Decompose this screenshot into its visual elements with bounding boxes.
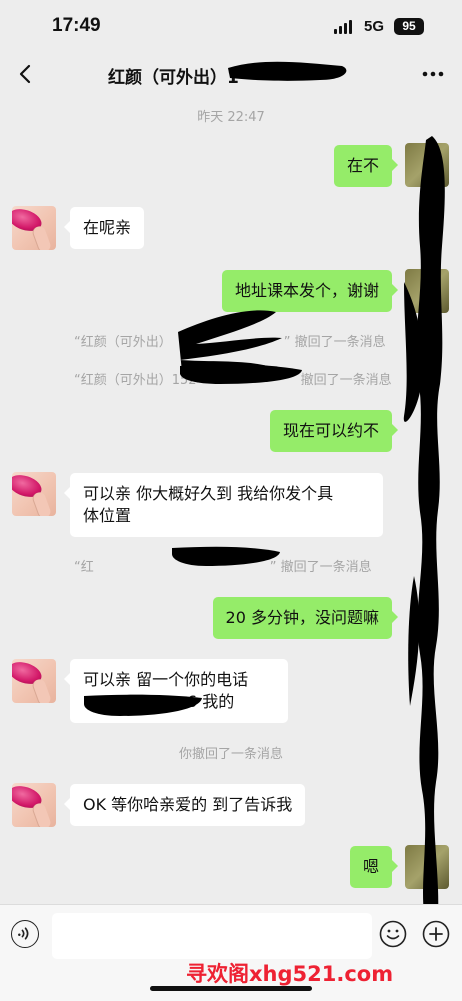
message-text-line: 6 我的 — [187, 692, 235, 711]
more-dots-icon[interactable] — [419, 62, 447, 86]
my-avatar — [405, 845, 449, 889]
message-text: 地址课本发个，谢谢 — [234, 281, 379, 300]
contact-avatar[interactable] — [12, 659, 56, 703]
contact-avatar[interactable] — [12, 783, 56, 827]
contact-avatar[interactable] — [12, 472, 56, 516]
message-text-line: 体位置 — [83, 506, 132, 525]
message-bubble-outgoing[interactable]: 在不 — [333, 145, 399, 187]
message-text: OK 等你哈亲爱的 到了告诉我 — [83, 795, 293, 814]
recall-prefix: “红颜（可外出）152 — [74, 373, 197, 388]
plus-icon[interactable] — [422, 920, 450, 948]
message-bubble-outgoing[interactable]: 20 多分钟，没问题嘛 — [212, 597, 399, 639]
my-avatar — [405, 143, 449, 187]
home-indicator — [150, 986, 312, 991]
recall-prefix: “红 — [74, 560, 94, 575]
message-text: 现在可以约不 — [282, 421, 379, 440]
contact-avatar[interactable] — [12, 206, 56, 250]
chevron-left-icon[interactable] — [14, 62, 38, 86]
recall-suffix: 撤回了一条消息 — [300, 373, 392, 388]
message-bubble-outgoing[interactable]: 地址课本发个，谢谢 — [221, 270, 399, 312]
signal-icon — [334, 20, 356, 34]
message-bubble-incoming[interactable]: 可以亲 留一个你的电话 6 我的 — [64, 659, 288, 723]
message-bubble-incoming[interactable]: 在呢亲 — [63, 207, 145, 249]
my-avatar — [405, 269, 449, 313]
message-text-line: 可以亲 留一个你的电话 — [83, 670, 249, 689]
message-bubble-incoming[interactable]: OK 等你哈亲爱的 到了告诉我 — [63, 784, 306, 826]
message-bubble-incoming[interactable]: 可以亲 你大概好久到 我给你发个具 体位置 — [64, 473, 383, 537]
status-time: 17:49 — [52, 15, 101, 36]
message-bubble-outgoing[interactable]: 嗯 — [349, 846, 399, 888]
carrier-label: 5G — [364, 18, 385, 35]
recall-notice: “红颜（可外出）152 撤回了一条消息 — [74, 369, 392, 388]
recall-notice: 你撤回了一条消息 — [178, 747, 283, 762]
message-text: 嗯 — [362, 857, 379, 876]
message-input[interactable] — [52, 913, 372, 959]
recall-suffix: ” 撤回了一条消息 — [283, 335, 386, 350]
emoji-icon[interactable] — [379, 920, 407, 948]
chat-title: 红颜（可外出）1 — [108, 68, 239, 88]
watermark: 寻欢阁xhg521.com — [186, 962, 394, 986]
battery-icon: 95 — [394, 18, 424, 35]
nav-bar: 红颜（可外出）1 — [0, 54, 462, 96]
status-bar: 17:49 5G 95 — [0, 0, 462, 54]
message-text-line: 可以亲 你大概好久到 我给你发个具 — [83, 484, 334, 503]
recall-prefix: “红颜（可外出） — [74, 335, 172, 350]
message-text: 在呢亲 — [83, 218, 132, 237]
message-bubble-outgoing[interactable]: 现在可以约不 — [269, 410, 399, 452]
chat-timestamp: 昨天 22:47 — [197, 110, 265, 125]
recall-notice: “红颜（可外出） ” 撤回了一条消息 — [74, 331, 386, 350]
message-text: 在不 — [346, 156, 379, 175]
recall-suffix: ” 撤回了一条消息 — [269, 560, 372, 575]
voice-icon[interactable] — [11, 920, 39, 948]
message-text: 20 多分钟，没问题嘛 — [225, 608, 379, 627]
recall-notice: “红 ” 撤回了一条消息 — [74, 556, 372, 575]
